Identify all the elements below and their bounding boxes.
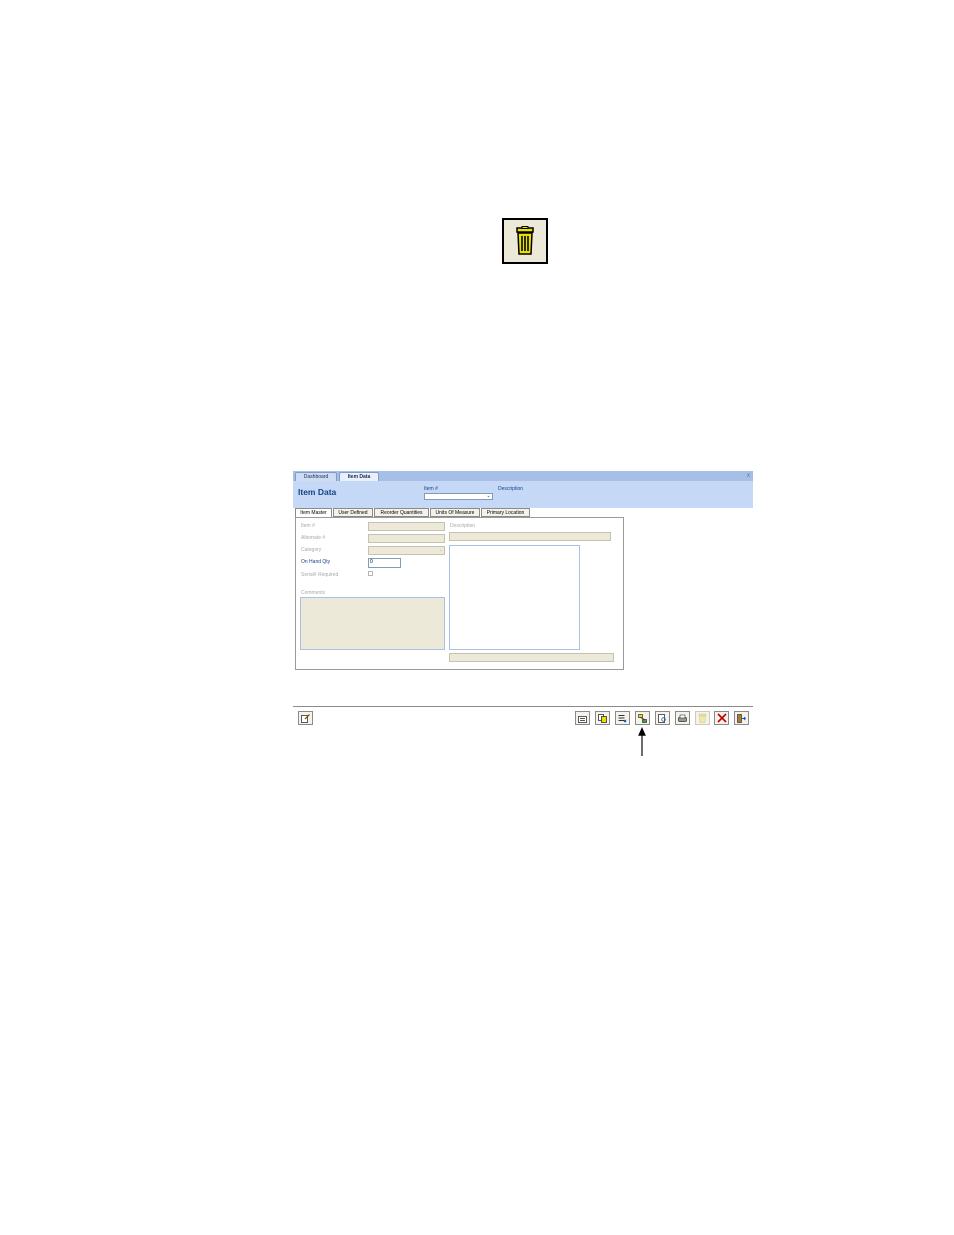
- item-no-label: Item #: [301, 523, 315, 529]
- delete-button[interactable]: [695, 711, 710, 725]
- description-label: Description: [450, 523, 476, 529]
- document-tab-strip: Dashboard Item Data x: [293, 471, 753, 481]
- form-header: Item Data Item # Description ⌄: [293, 481, 753, 508]
- category-label: Category: [301, 547, 322, 553]
- close-tab-icon[interactable]: x: [747, 471, 750, 481]
- page-title: Item Data: [298, 487, 337, 497]
- image-path-field[interactable]: [449, 653, 614, 662]
- description-field[interactable]: [449, 532, 611, 541]
- print-button[interactable]: [675, 711, 690, 725]
- comments-field[interactable]: [300, 597, 445, 650]
- link-button[interactable]: [635, 711, 650, 725]
- close-red-icon: [716, 713, 727, 723]
- list-button[interactable]: [615, 711, 630, 725]
- preview-button[interactable]: [655, 711, 670, 725]
- header-description-label: Description: [498, 486, 524, 492]
- preview-icon: [658, 713, 666, 723]
- item-master-panel: Item # Alternate # Category ⌄ On Hand Qt…: [295, 517, 624, 670]
- link-icon: [638, 713, 647, 723]
- tab-primary-location[interactable]: Primary Location: [481, 508, 530, 517]
- trash-can-icon: [502, 218, 548, 264]
- tab-item-data[interactable]: Item Data: [339, 472, 379, 481]
- toolbar-divider: [293, 706, 753, 707]
- tab-user-defined[interactable]: User Defined: [333, 508, 373, 517]
- category-select[interactable]: ⌄: [368, 546, 445, 555]
- chevron-down-icon: ⌄: [438, 547, 443, 553]
- item-data-window: Dashboard Item Data x Item Data Item # D…: [293, 471, 753, 731]
- serial-required-label: Serial# Required: [301, 572, 339, 578]
- print-icon: [678, 714, 687, 722]
- item-number-label: Item #: [424, 486, 438, 492]
- item-image-box[interactable]: [449, 545, 580, 650]
- alternate-label: Alternate #: [301, 535, 326, 541]
- edit-button[interactable]: [298, 711, 313, 725]
- copy-icon: [598, 713, 607, 723]
- edit-icon: [301, 713, 310, 723]
- serial-required-checkbox[interactable]: [368, 571, 373, 576]
- delete-icon: [698, 713, 707, 723]
- comments-label: Comments: [301, 590, 326, 596]
- chevron-down-icon[interactable]: ⌄: [485, 494, 492, 499]
- list-icon: [618, 714, 627, 722]
- new-record-icon: [578, 715, 587, 723]
- tab-units-of-measure[interactable]: Units Of Measure: [430, 508, 480, 517]
- on-hand-qty-label: On Hand Qty: [301, 559, 331, 565]
- callout-arrow: [638, 727, 646, 756]
- copy-button[interactable]: [595, 711, 610, 725]
- tab-reorder-quantities[interactable]: Reorder Quantities: [374, 508, 429, 517]
- on-hand-qty-field[interactable]: 0: [368, 558, 401, 568]
- item-no-field[interactable]: [368, 522, 445, 531]
- exit-button[interactable]: [734, 711, 749, 725]
- tab-dashboard[interactable]: Dashboard: [295, 472, 337, 481]
- item-number-combo[interactable]: ⌄: [424, 493, 493, 500]
- cancel-button[interactable]: [714, 711, 729, 725]
- exit-icon: [737, 713, 746, 723]
- alternate-field[interactable]: [368, 534, 445, 543]
- new-record-button[interactable]: [575, 711, 590, 725]
